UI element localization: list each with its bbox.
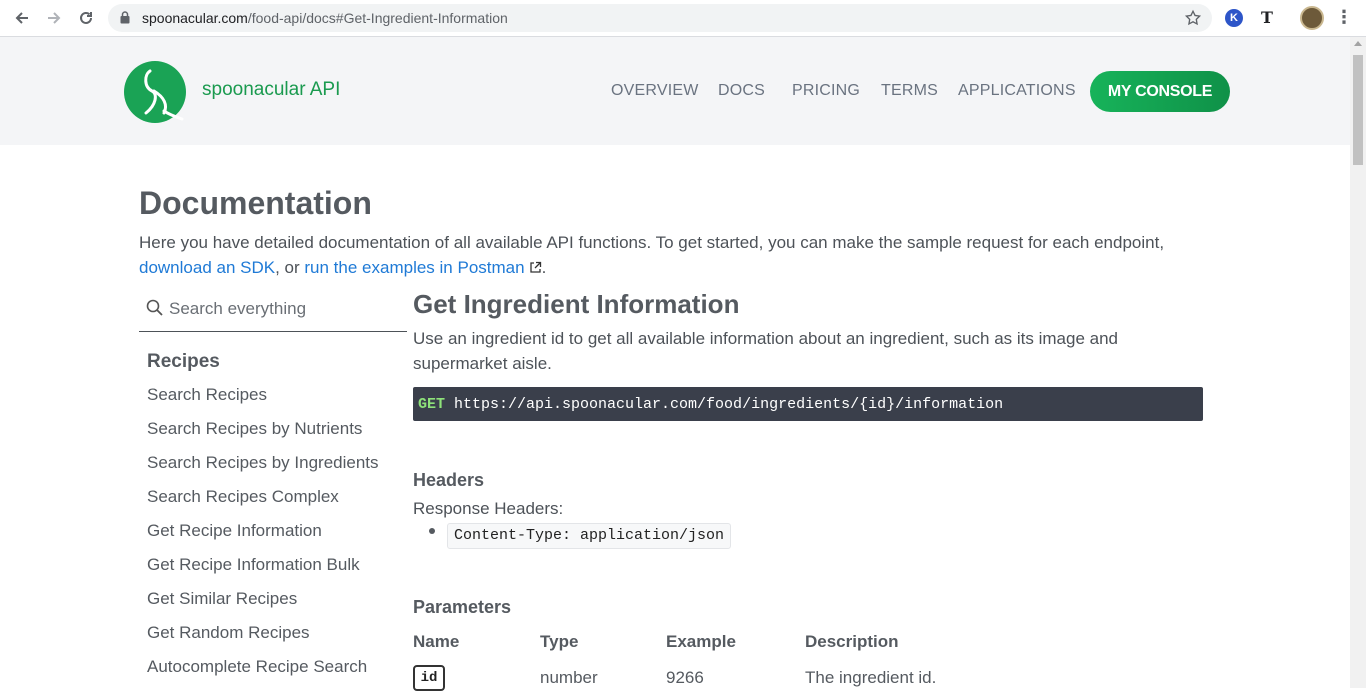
- postman-link-label: run the examples in Postman: [304, 258, 525, 277]
- param-type: number: [540, 668, 598, 687]
- endpoint-title: Get Ingredient Information: [413, 289, 740, 319]
- nav-pricing[interactable]: PRICING: [792, 82, 860, 100]
- scroll-up-arrow-icon[interactable]: [1354, 41, 1362, 46]
- url-path: /food-api/docs#Get-Ingredient-Informatio…: [247, 10, 508, 26]
- page-scrollbar[interactable]: [1350, 37, 1366, 688]
- intro-text-sep: , or: [275, 258, 305, 277]
- parameters-heading: Parameters: [413, 597, 512, 617]
- lock-icon: [120, 11, 130, 24]
- my-console-button[interactable]: MY CONSOLE: [1090, 71, 1230, 112]
- browser-toolbar: spoonacular.com/food-api/docs#Get-Ingred…: [0, 0, 1366, 37]
- headers-heading: Headers: [413, 470, 485, 490]
- reload-icon: [80, 11, 92, 24]
- param-col-name: Name: [413, 632, 460, 651]
- browser-menu-icon[interactable]: ⋮: [1334, 7, 1354, 27]
- sidebar-item-search-recipes-by-ingredients[interactable]: Search Recipes by Ingredients: [147, 451, 379, 485]
- search-input[interactable]: [169, 299, 399, 319]
- arrow-left-icon: [15, 12, 28, 24]
- arrow-right-icon: [48, 12, 61, 24]
- nav-applications[interactable]: APPLICATIONS: [958, 82, 1076, 100]
- sidebar-item-get-recipe-information-bulk[interactable]: Get Recipe Information Bulk: [147, 553, 379, 587]
- download-sdk-link[interactable]: download an SDK: [139, 258, 275, 277]
- nav-overview[interactable]: OVERVIEW: [611, 82, 699, 100]
- scroll-thumb[interactable]: [1353, 55, 1363, 165]
- param-col-example: Example: [666, 632, 736, 651]
- back-button[interactable]: [6, 2, 38, 34]
- sidebar-item-get-random-recipes[interactable]: Get Random Recipes: [147, 621, 379, 655]
- nav-terms[interactable]: TERMS: [881, 82, 938, 100]
- endpoint-url: https://api.spoonacular.com/food/ingredi…: [454, 395, 1004, 413]
- postman-link[interactable]: run the examples in Postman: [304, 258, 524, 277]
- profile-avatar[interactable]: [1300, 6, 1324, 30]
- sidebar-search: [139, 293, 407, 332]
- endpoint-url-block[interactable]: GET https://api.spoonacular.com/food/ing…: [413, 387, 1203, 421]
- bookmark-star-icon[interactable]: [1184, 9, 1202, 27]
- nav-docs[interactable]: DOCS: [718, 82, 765, 100]
- search-icon: [146, 299, 163, 316]
- address-bar[interactable]: spoonacular.com/food-api/docs#Get-Ingred…: [108, 4, 1212, 32]
- sidebar-item-get-recipe-information[interactable]: Get Recipe Information: [147, 519, 379, 553]
- spoonacular-logo[interactable]: [124, 61, 186, 123]
- sidebar-item-autocomplete-recipe-search[interactable]: Autocomplete Recipe Search: [147, 655, 379, 689]
- sidebar-item-search-recipes-by-nutrients[interactable]: Search Recipes by Nutrients: [147, 417, 379, 451]
- list-bullet: [429, 528, 435, 534]
- param-col-description: Description: [805, 632, 899, 651]
- param-name-id: id: [413, 665, 445, 691]
- response-header-value: Content-Type: application/json: [447, 523, 732, 549]
- sidebar-heading-recipes[interactable]: Recipes: [147, 351, 220, 373]
- param-col-type: Type: [540, 632, 579, 651]
- extension-t-icon[interactable]: T: [1257, 7, 1277, 27]
- external-link-icon: [529, 261, 541, 273]
- sidebar-list: Search Recipes Search Recipes by Nutrien…: [147, 383, 379, 689]
- url-text: spoonacular.com/food-api/docs#Get-Ingred…: [142, 10, 508, 26]
- brand-name[interactable]: spoonacular API: [202, 79, 340, 101]
- sidebar-item-search-recipes[interactable]: Search Recipes: [147, 383, 379, 417]
- extension-k-icon[interactable]: K: [1225, 9, 1243, 27]
- param-description: The ingredient id.: [805, 668, 937, 687]
- forward-button[interactable]: [38, 2, 70, 34]
- url-host: spoonacular.com: [142, 10, 248, 26]
- intro-text: Here you have detailed documentation of …: [139, 233, 1165, 252]
- reload-button[interactable]: [70, 2, 102, 34]
- endpoint-description: Use an ingredient id to get all availabl…: [413, 329, 1118, 373]
- param-example: 9266: [666, 668, 704, 687]
- sidebar-item-search-recipes-complex[interactable]: Search Recipes Complex: [147, 485, 379, 519]
- http-method: GET: [418, 395, 446, 413]
- intro-text-end: .: [541, 258, 547, 277]
- sidebar-item-get-similar-recipes[interactable]: Get Similar Recipes: [147, 587, 379, 621]
- page-title: Documentation: [139, 185, 372, 221]
- response-headers-label: Response Headers:: [413, 499, 564, 518]
- intro-paragraph: Here you have detailed documentation of …: [139, 230, 1199, 280]
- site-header: spoonacular API OVERVIEW DOCS PRICING TE…: [0, 37, 1350, 145]
